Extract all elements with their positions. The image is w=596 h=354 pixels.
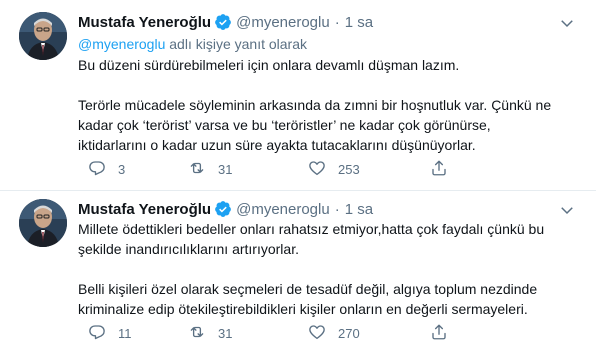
retweet-button[interactable]: 31: [188, 323, 232, 344]
reply-context: @myeneroglu adlı kişiye yanıt olarak: [78, 36, 307, 52]
retweet-icon: [188, 159, 206, 180]
reply-button[interactable]: 3: [88, 159, 125, 180]
author-handle[interactable]: @myeneroglu: [236, 14, 330, 31]
chevron-down-icon[interactable]: [558, 14, 576, 32]
tweet-header: Mustafa Yeneroğlu @myeneroglu · 1 sa: [78, 12, 373, 32]
tweet-line: Millete ödettikleri bedeller onları raha…: [78, 221, 545, 237]
share-button[interactable]: [430, 159, 448, 180]
profile-photo: [19, 199, 67, 247]
avatar[interactable]: [19, 199, 67, 247]
reply-icon: [88, 159, 106, 180]
tweet-line: şekilde inandırıcılıklarını artırıyorlar…: [78, 241, 299, 257]
tweet-line: Belli kişileri özel olarak seçmeleri de …: [78, 281, 538, 297]
tweet-line: kadar çok ‘terörist’ varsa ve bu ‘teröri…: [78, 117, 491, 133]
share-icon: [430, 159, 448, 180]
avatar[interactable]: [19, 12, 67, 60]
like-count: 253: [338, 162, 360, 177]
retweet-icon: [188, 323, 206, 344]
tweet-line: iktidarlarını o kadar uzun süre ayakta t…: [78, 137, 476, 153]
retweet-count: 31: [218, 162, 233, 177]
tweet-header: Mustafa Yeneroğlu @myeneroglu · 1 sa: [78, 199, 373, 219]
like-count: 270: [338, 326, 360, 341]
share-button[interactable]: [430, 323, 448, 344]
tweet-line: Bu düzeni sürdürebilmeleri için onlara d…: [78, 57, 460, 73]
tweet-1[interactable]: Mustafa Yeneroğlu @myeneroglu · 1 sa @my…: [0, 0, 596, 190]
tweet-actions: 3 31 253: [78, 159, 586, 179]
tweet-line: kriminalize edip ötekileştirebildikleri …: [78, 301, 528, 317]
heart-icon: [308, 323, 326, 344]
retweet-count: 31: [218, 326, 233, 341]
like-button[interactable]: 253: [308, 159, 360, 180]
reply-mention-link[interactable]: @myeneroglu: [78, 36, 165, 52]
retweet-button[interactable]: 31: [188, 159, 232, 180]
author-name[interactable]: Mustafa Yeneroğlu: [78, 201, 211, 218]
verified-badge-icon: [214, 200, 232, 218]
separator-dot: ·: [334, 200, 340, 218]
reply-count: 11: [118, 326, 132, 341]
heart-icon: [308, 159, 326, 180]
tweet-actions: 11 31 270: [78, 323, 586, 343]
reply-icon: [88, 323, 106, 344]
verified-badge-icon: [214, 13, 232, 31]
profile-photo: [19, 12, 67, 60]
tweet-line: Terörle mücadele söyleminin arkasında da…: [78, 97, 552, 113]
tweet-text: Millete ödettikleri bedeller onları raha…: [78, 219, 586, 319]
separator-dot: ·: [334, 13, 340, 31]
reply-button[interactable]: 11: [88, 323, 132, 344]
reply-to-label: adlı kişiye yanıt olarak: [169, 36, 307, 52]
like-button[interactable]: 270: [308, 323, 360, 344]
tweet-text: Bu düzeni sürdürebilmeleri için onlara d…: [78, 55, 586, 155]
chevron-down-icon[interactable]: [558, 201, 576, 219]
reply-count: 3: [118, 162, 126, 177]
tweet-time[interactable]: 1 sa: [345, 201, 373, 218]
author-handle[interactable]: @myeneroglu: [236, 201, 330, 218]
tweet-2[interactable]: Mustafa Yeneroğlu @myeneroglu · 1 sa Mil…: [0, 190, 596, 354]
share-icon: [430, 323, 448, 344]
tweet-time[interactable]: 1 sa: [345, 14, 373, 31]
author-name[interactable]: Mustafa Yeneroğlu: [78, 14, 211, 31]
